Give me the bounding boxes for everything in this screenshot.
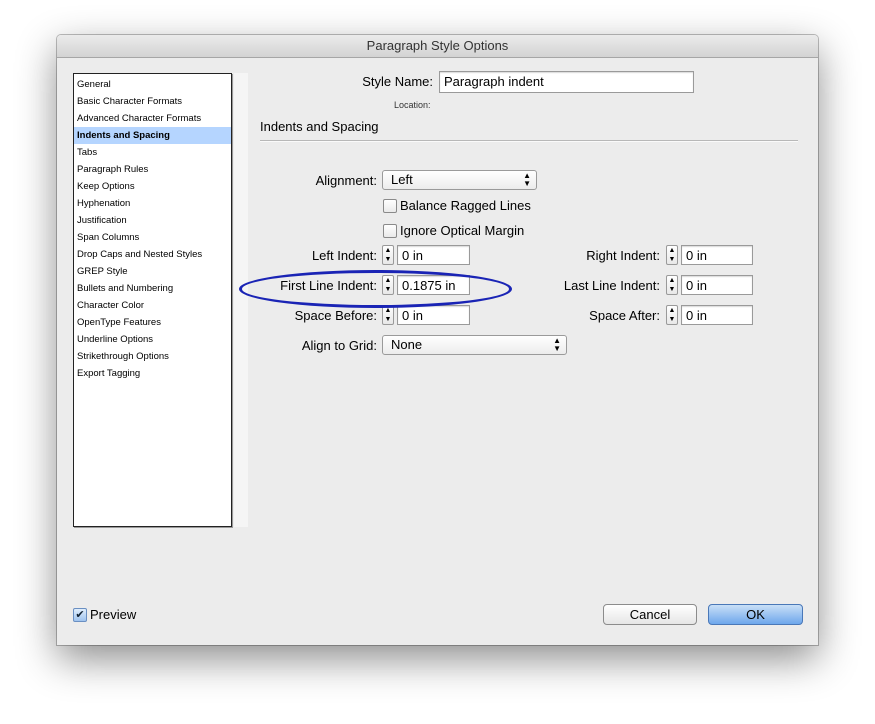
style-name-label: Style Name: [362, 74, 433, 89]
cancel-button[interactable]: Cancel [603, 604, 697, 625]
section-title: Indents and Spacing [260, 119, 379, 134]
align-to-grid-label: Align to Grid: [301, 338, 377, 353]
sidebar-item-span-columns[interactable]: Span Columns [74, 229, 231, 246]
sidebar-item-drop-caps-and-nested-styles[interactable]: Drop Caps and Nested Styles [74, 246, 231, 263]
location-label: Location: [394, 100, 431, 110]
sidebar-item-tabs[interactable]: Tabs [74, 144, 231, 161]
left-indent-label: Left Indent: [311, 248, 377, 263]
alignment-popup[interactable]: Left ▲ ▼ [382, 170, 537, 190]
highlight-ellipse-annotation [239, 270, 512, 308]
space-before-label: Space Before: [294, 308, 377, 323]
space-after-stepper[interactable]: ▲ ▼ [666, 305, 678, 325]
last-line-indent-field[interactable]: 0 in [681, 275, 753, 295]
sidebar-item-general[interactable]: General [74, 76, 231, 93]
popup-arrows-icon: ▲ ▼ [553, 336, 561, 353]
ok-button[interactable]: OK [708, 604, 803, 625]
left-indent-stepper[interactable]: ▲ ▼ [382, 245, 394, 265]
sidebar-item-hyphenation[interactable]: Hyphenation [74, 195, 231, 212]
sidebar-item-grep-style[interactable]: GREP Style [74, 263, 231, 280]
sidebar-item-paragraph-rules[interactable]: Paragraph Rules [74, 161, 231, 178]
paragraph-style-options-dialog: Paragraph Style Options General Basic Cha… [57, 35, 818, 645]
ignore-optical-margin-label: Ignore Optical Margin [400, 223, 525, 238]
balance-ragged-lines-checkbox[interactable] [383, 199, 397, 213]
sidebar-item-advanced-character-formats[interactable]: Advanced Character Formats [74, 110, 231, 127]
right-indent-label: Right Indent: [586, 248, 660, 263]
popup-arrows-icon: ▲ ▼ [523, 171, 531, 188]
space-after-label: Space After: [589, 308, 660, 323]
last-line-indent-stepper[interactable]: ▲ ▼ [666, 275, 678, 295]
sidebar-item-opentype-features[interactable]: OpenType Features [74, 314, 231, 331]
sidebar-item-basic-character-formats[interactable]: Basic Character Formats [74, 93, 231, 110]
category-list[interactable]: General Basic Character Formats Advanced C… [73, 73, 232, 527]
space-after-field[interactable]: 0 in [681, 305, 753, 325]
alignment-value: Left [391, 172, 413, 187]
left-indent-field[interactable]: 0 in [397, 245, 470, 265]
align-to-grid-popup[interactable]: None ▲ ▼ [382, 335, 567, 355]
section-separator [260, 140, 798, 142]
sidebar-item-strikethrough-options[interactable]: Strikethrough Options [74, 348, 231, 365]
space-before-field[interactable]: 0 in [397, 305, 470, 325]
sidebar-item-bullets-and-numbering[interactable]: Bullets and Numbering [74, 280, 231, 297]
sidebar-item-justification[interactable]: Justification [74, 212, 231, 229]
sidebar-item-keep-options[interactable]: Keep Options [74, 178, 231, 195]
right-indent-field[interactable]: 0 in [681, 245, 753, 265]
space-before-stepper[interactable]: ▲ ▼ [382, 305, 394, 325]
last-line-indent-label: Last Line Indent: [563, 278, 660, 293]
window-title: Paragraph Style Options [57, 35, 818, 58]
right-indent-stepper[interactable]: ▲ ▼ [666, 245, 678, 265]
align-to-grid-value: None [391, 337, 423, 352]
sidebar-item-export-tagging[interactable]: Export Tagging [74, 365, 231, 382]
ignore-optical-margin-checkbox[interactable] [383, 224, 397, 238]
preview-label: Preview [90, 607, 137, 622]
checkmark-icon: ✔ [75, 609, 85, 621]
balance-ragged-lines-label: Balance Ragged Lines [400, 198, 531, 213]
alignment-label: Alignment: [315, 173, 377, 188]
sidebar-item-indents-and-spacing[interactable]: Indents and Spacing [74, 127, 231, 144]
style-name-field[interactable]: Paragraph indent [439, 71, 694, 93]
sidebar-item-underline-options[interactable]: Underline Options [74, 331, 231, 348]
sidebar-item-character-color[interactable]: Character Color [74, 297, 231, 314]
list-gutter [234, 73, 248, 527]
preview-checkbox[interactable]: ✔ [73, 608, 87, 622]
